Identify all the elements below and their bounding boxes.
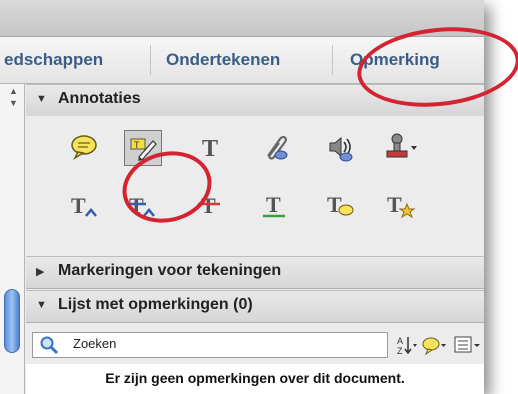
tab-separator	[150, 45, 151, 75]
collapsed-arrow-icon: ▶	[36, 266, 45, 278]
left-scrollbar[interactable]: ▲ ▼	[0, 84, 25, 394]
insert-text-icon[interactable]: T	[66, 188, 102, 222]
tab-sign[interactable]: Ondertekenen	[166, 37, 280, 83]
section-comments-list[interactable]: ▼ Lijst met opmerkingen (0)	[26, 290, 484, 323]
sort-icon[interactable]: AZ	[396, 334, 418, 361]
comment-panel: ▼ Annotaties T T T T T T T T ▶ Markering…	[26, 84, 484, 394]
section-drawing-markups[interactable]: ▶ Markeringen voor tekeningen	[26, 256, 484, 289]
section-comments-list-label: Lijst met opmerkingen (0)	[58, 296, 253, 313]
svg-text:T: T	[202, 136, 218, 162]
attach-file-icon[interactable]	[256, 130, 292, 164]
section-annotations-label: Annotaties	[58, 90, 141, 107]
svg-text:T: T	[387, 192, 402, 217]
tab-separator	[332, 45, 333, 75]
svg-text:T: T	[327, 192, 342, 217]
stamp-icon[interactable]	[382, 130, 418, 164]
sticky-note-icon[interactable]	[66, 130, 102, 164]
underline-icon[interactable]: T	[256, 188, 292, 222]
record-audio-icon[interactable]	[322, 130, 358, 164]
expanded-arrow-icon: ▼	[36, 299, 47, 311]
svg-text:T: T	[71, 193, 86, 218]
scroll-down-icon[interactable]: ▼	[9, 98, 18, 108]
scroll-up-icon[interactable]: ▲	[9, 86, 18, 96]
svg-text:T: T	[134, 140, 140, 150]
annotation-tools: T T T T T T T T	[26, 116, 484, 261]
svg-text:T: T	[266, 192, 281, 217]
section-drawing-markups-label: Markeringen voor tekeningen	[58, 262, 282, 279]
scroll-thumb[interactable]	[4, 289, 20, 353]
text-star-icon[interactable]: T	[382, 188, 418, 222]
comment-list-toolbar: Zoeken AZ	[26, 328, 484, 362]
svg-text:Z: Z	[397, 346, 403, 356]
search-input[interactable]: Zoeken	[32, 332, 388, 358]
tab-properties[interactable]: edschappen	[4, 37, 103, 83]
search-icon	[39, 335, 59, 360]
svg-text:A: A	[397, 336, 403, 346]
empty-message: Er zijn geen opmerkingen over dit docume…	[105, 370, 405, 386]
text-comment-icon[interactable]: T	[322, 188, 358, 222]
search-placeholder: Zoeken	[73, 336, 117, 351]
options-menu-icon[interactable]	[454, 334, 482, 361]
expanded-arrow-icon: ▼	[36, 93, 47, 105]
filter-comments-icon[interactable]	[422, 334, 448, 361]
empty-state: Er zijn geen opmerkingen over dit docume…	[26, 364, 484, 394]
